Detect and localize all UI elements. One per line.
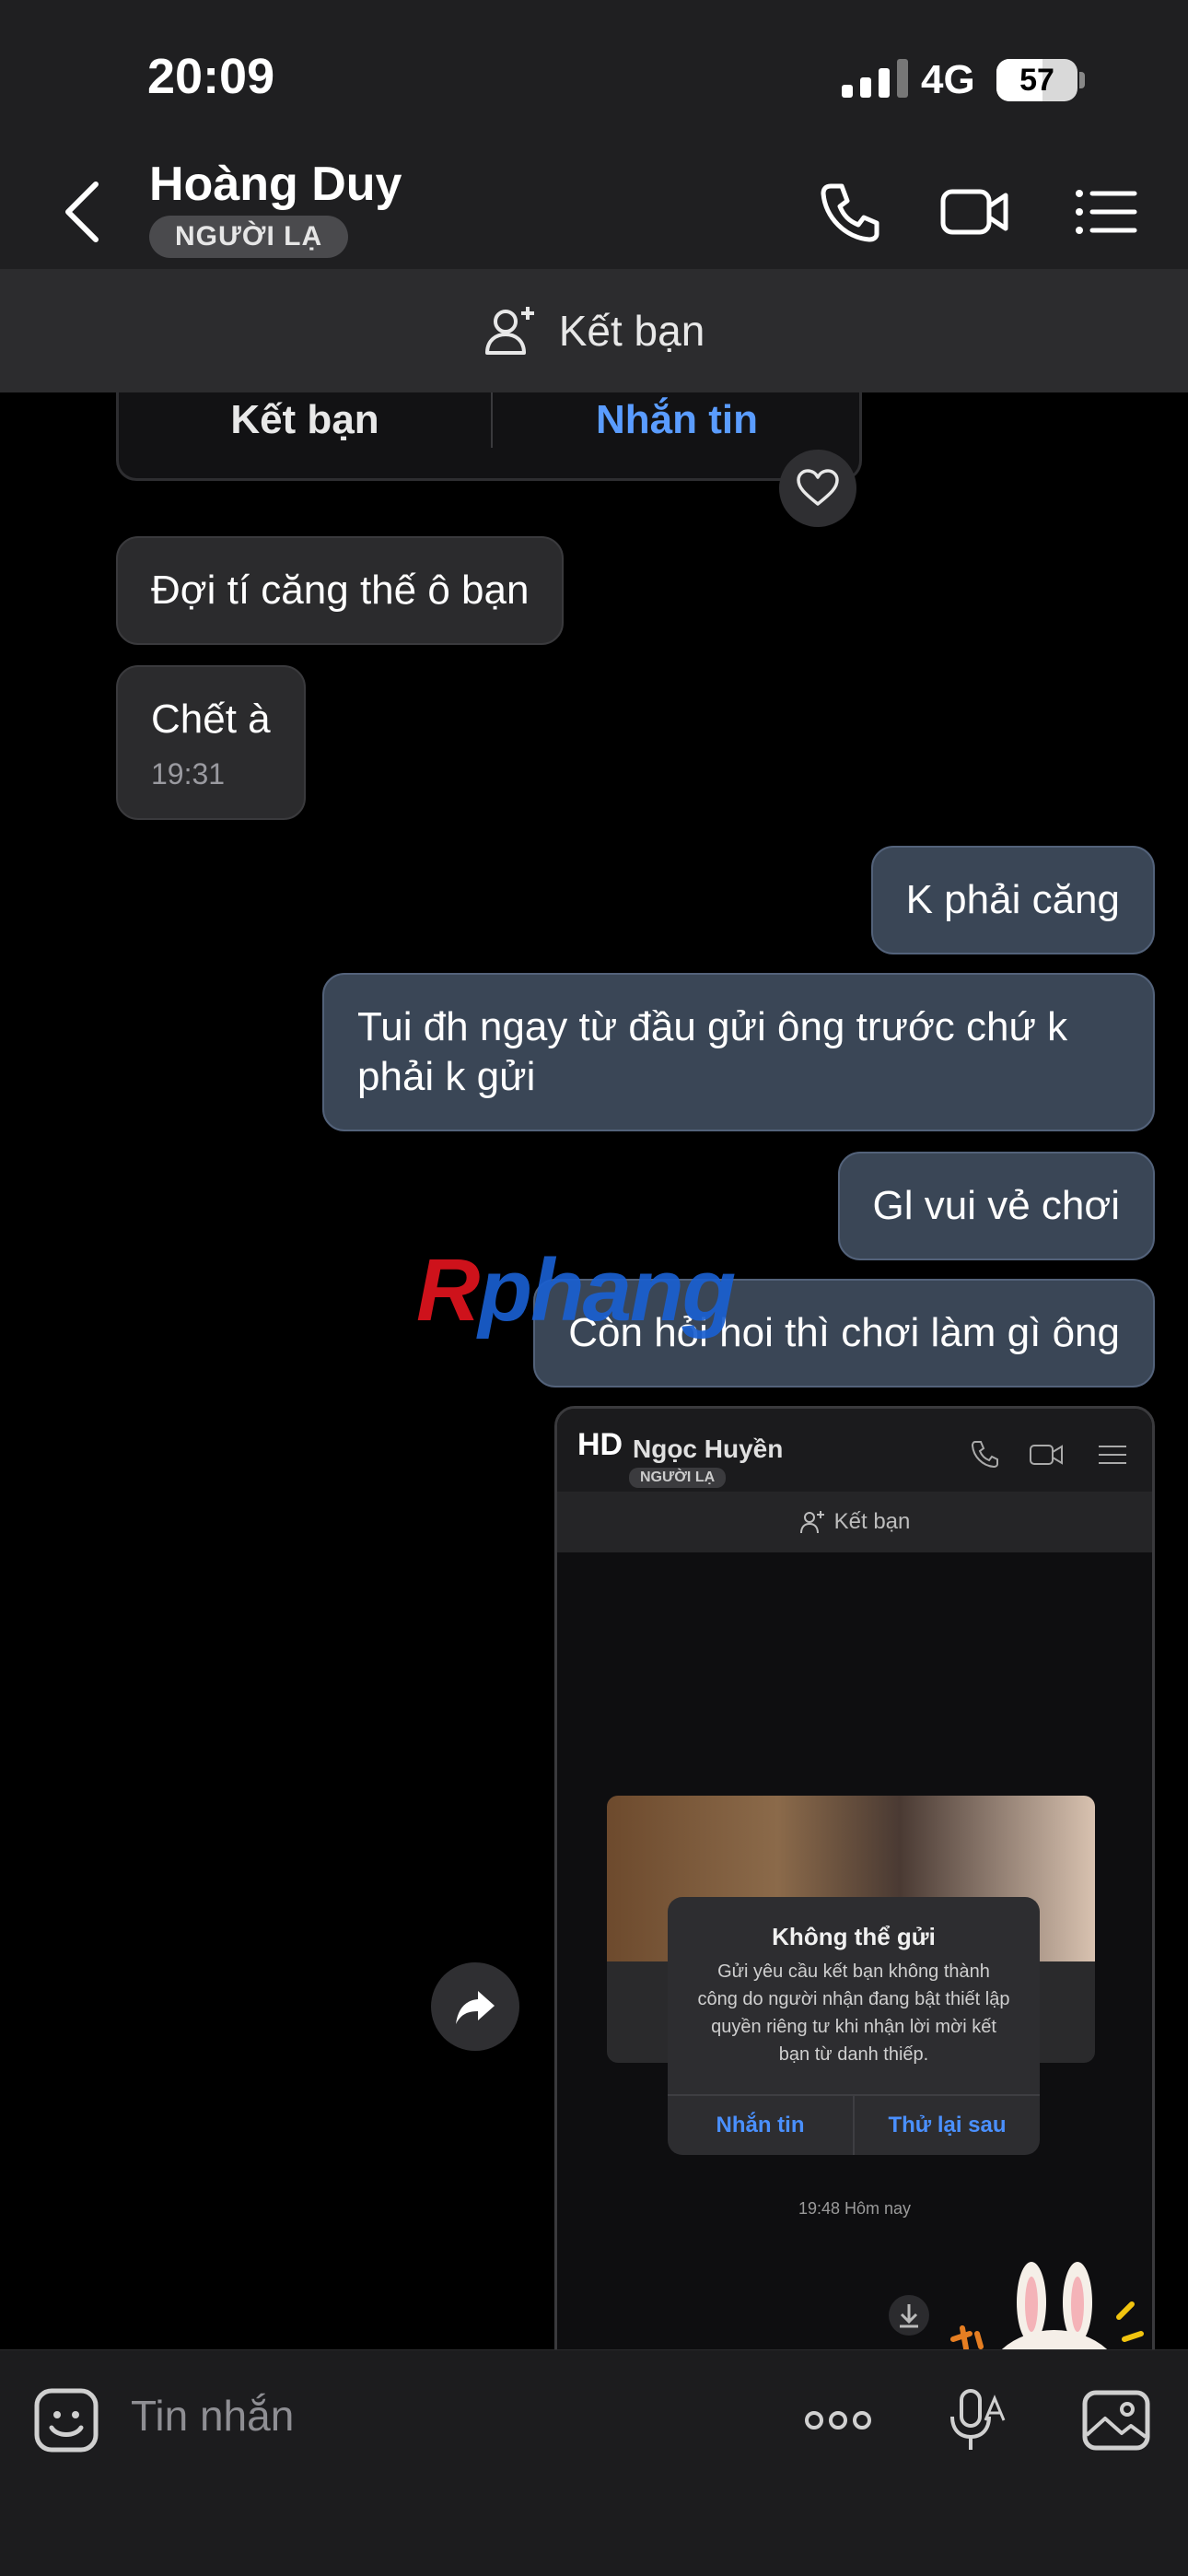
contact-name[interactable]: Hoàng Duy xyxy=(149,157,402,212)
card-add-friend-button[interactable]: Kết bạn xyxy=(119,392,491,475)
watermark-first: R xyxy=(416,1241,480,1340)
message-text: Gl vui vẻ chơi xyxy=(872,1183,1121,1228)
reaction-heart-button[interactable] xyxy=(779,450,856,527)
share-arrow-icon xyxy=(456,1991,495,2024)
watermark-logo: Rphang xyxy=(416,1240,736,1341)
status-time: 20:09 xyxy=(147,49,275,104)
shot-add-friend-bar: Kết bạn xyxy=(557,1492,1152,1552)
add-friend-bar[interactable]: Kết bạn xyxy=(0,269,1188,392)
message-bubble-incoming[interactable]: Chết à 19:31 xyxy=(116,665,306,820)
more-options-icon[interactable] xyxy=(801,2383,875,2457)
top-bar: 20:09 4G 57 Hoàng Duy NGƯỜI LẠ xyxy=(0,0,1188,269)
battery-cap xyxy=(1079,72,1085,88)
dialog-body: Gửi yêu cầu kết bạn không thành công do … xyxy=(697,1961,1010,2065)
add-user-icon xyxy=(484,307,534,355)
message-bubble-outgoing[interactable]: Tui đh ngay từ đầu gửi ông trước chứ k p… xyxy=(322,973,1155,1131)
message-text: K phải căng xyxy=(905,877,1120,922)
battery-icon: 57 xyxy=(996,59,1077,101)
message-bubble-incoming[interactable]: Đợi tí căng thế ô bạn xyxy=(116,536,565,645)
video-call-icon[interactable] xyxy=(938,175,1011,249)
signal-icon xyxy=(842,59,908,98)
shot-timestamp: 19:48 Hôm nay xyxy=(798,2199,912,2218)
voice-to-text-icon[interactable] xyxy=(938,2383,1011,2457)
watermark-rest: phang xyxy=(478,1241,736,1340)
menu-list-icon[interactable] xyxy=(1068,175,1142,249)
shot-stranger-badge: NGƯỜI LẠ xyxy=(629,1468,727,1488)
message-text: Tui đh ngay từ đầu gửi ông trước chứ k p… xyxy=(357,1004,1068,1099)
heart-icon xyxy=(797,469,839,506)
message-input[interactable]: Tin nhắn xyxy=(131,2391,294,2441)
add-user-icon xyxy=(799,1511,824,1534)
shot-header-icons xyxy=(971,1441,1126,1468)
chat-area[interactable]: Kết bạn Nhắn tin Đợi tí căng thế ô bạn C… xyxy=(0,392,1188,2349)
hd-badge: HD xyxy=(577,1427,623,1462)
bunny-sticker-icon xyxy=(950,2262,1144,2349)
download-icon xyxy=(889,2295,929,2336)
dialog-actions: Nhắn tin Thử lại sau xyxy=(668,2094,1040,2155)
dialog-retry-button: Thử lại sau xyxy=(853,2096,1040,2155)
forward-button[interactable] xyxy=(431,1962,519,2051)
add-friend-label: Kết bạn xyxy=(558,307,705,355)
phone-icon[interactable] xyxy=(812,175,886,249)
message-text: Chết à xyxy=(151,697,271,742)
shot-error-dialog: Không thể gửi Gửi yêu cầu kết bạn không … xyxy=(668,1897,1040,2155)
dialog-message-button: Nhắn tin xyxy=(716,2113,805,2137)
stranger-badge: NGƯỜI LẠ xyxy=(149,216,349,258)
network-label: 4G xyxy=(921,57,975,102)
image-gallery-icon[interactable] xyxy=(1079,2383,1153,2457)
message-text: Đợi tí căng thế ô bạn xyxy=(151,568,530,613)
message-bubble-outgoing[interactable]: K phải căng xyxy=(870,846,1155,954)
battery-percent: 57 xyxy=(1019,63,1054,98)
shot-add-friend-label: Kết bạn xyxy=(833,1509,911,1534)
message-input-bar: Tin nhắn xyxy=(0,2349,1188,2576)
message-time: 19:31 xyxy=(151,757,226,790)
dialog-title: Không thể gửi xyxy=(772,1923,936,1950)
contact-card: Kết bạn Nhắn tin xyxy=(116,392,862,481)
back-chevron-icon[interactable] xyxy=(55,175,111,249)
shot-contact-name: Ngọc Huyền xyxy=(633,1434,784,1463)
image-message[interactable]: HD Ngọc Huyền NGƯỜI LẠ Kết bạn Không thể… xyxy=(554,1406,1155,2349)
message-bubble-outgoing[interactable]: Gl vui vẻ chơi xyxy=(837,1152,1155,1260)
sticker-emoji-icon[interactable] xyxy=(29,2383,103,2457)
